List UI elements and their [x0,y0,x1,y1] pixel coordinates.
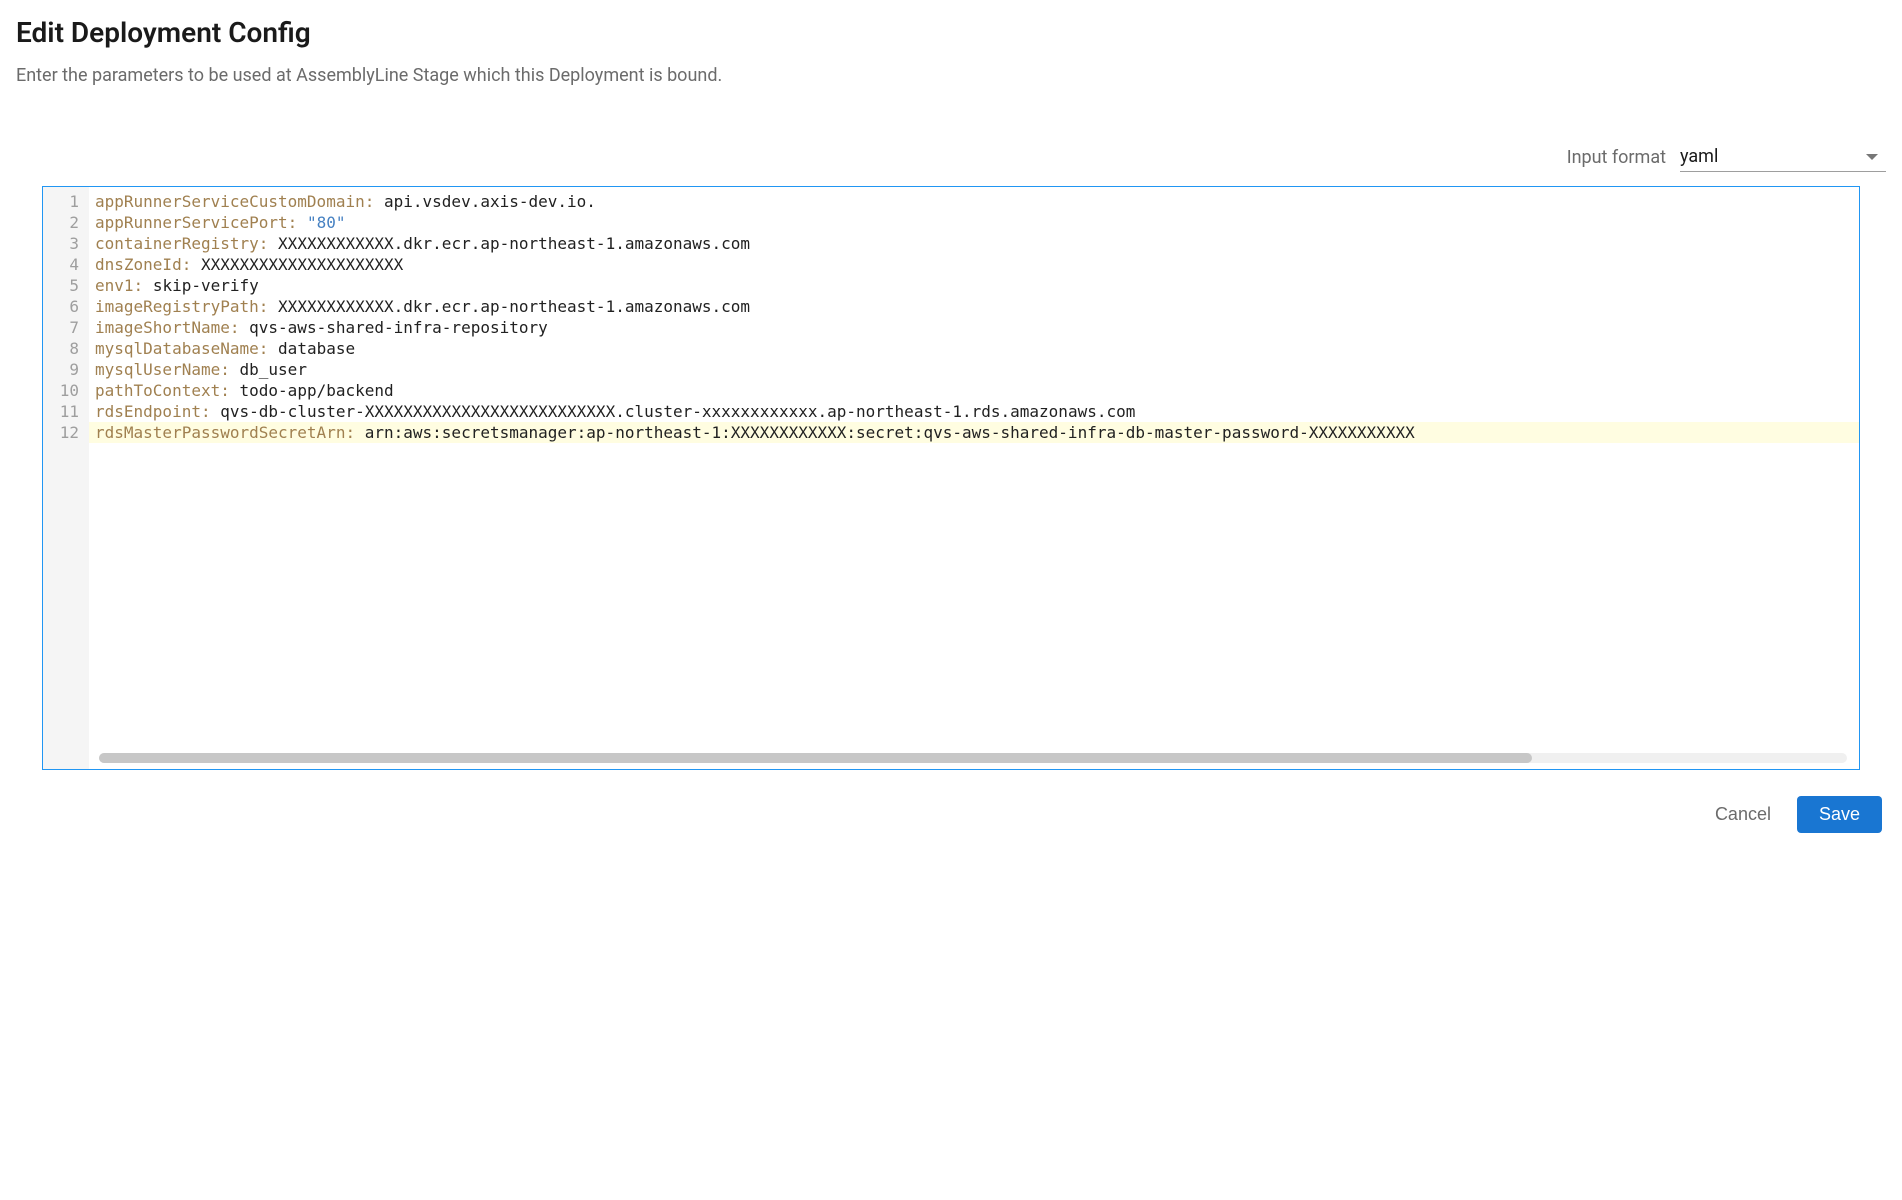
yaml-key: imageRegistryPath [95,297,259,316]
code-line[interactable]: appRunnerServicePort: "80" [89,212,1859,233]
editor-horizontal-scrollbar[interactable] [99,753,1847,763]
input-format-row: Input format yaml [16,142,1886,172]
code-line[interactable]: appRunnerServiceCustomDomain: api.vsdev.… [89,191,1859,212]
editor-content[interactable]: appRunnerServiceCustomDomain: api.vsdev.… [89,187,1859,769]
yaml-value: todo-app/backend [240,381,394,400]
input-format-select[interactable]: yaml [1680,142,1886,172]
yaml-value: skip-verify [153,276,259,295]
line-number: 10 [43,380,89,401]
line-number: 9 [43,359,89,380]
yaml-key: mysqlUserName [95,360,220,379]
line-number: 8 [43,338,89,359]
line-number: 3 [43,233,89,254]
yaml-value: XXXXXXXXXXXX.dkr.ecr.ap-northeast-1.amaz… [278,234,750,253]
yaml-key: pathToContext [95,381,220,400]
input-format-label: Input format [1567,147,1666,168]
yaml-value: "80" [307,213,346,232]
yaml-value: qvs-aws-shared-infra-repository [249,318,548,337]
yaml-value: qvs-db-cluster-XXXXXXXXXXXXXXXXXXXXXXXXX… [220,402,1135,421]
page-subtitle: Enter the parameters to be used at Assem… [16,65,1886,86]
line-number: 12 [43,422,89,443]
editor-gutter: 123456789101112 [43,187,89,769]
code-line[interactable]: imageRegistryPath: XXXXXXXXXXXX.dkr.ecr.… [89,296,1859,317]
code-line[interactable]: env1: skip-verify [89,275,1859,296]
line-number: 6 [43,296,89,317]
save-button[interactable]: Save [1797,796,1882,833]
line-number: 1 [43,191,89,212]
yaml-value: db_user [240,360,307,379]
code-line[interactable]: mysqlUserName: db_user [89,359,1859,380]
yaml-key: imageShortName [95,318,230,337]
yaml-key: dnsZoneId [95,255,182,274]
dialog-actions: Cancel Save [16,796,1886,833]
code-line[interactable]: containerRegistry: XXXXXXXXXXXX.dkr.ecr.… [89,233,1859,254]
line-number: 5 [43,275,89,296]
yaml-key: env1 [95,276,134,295]
yaml-value: api.vsdev.axis-dev.io. [384,192,596,211]
yaml-key: rdsMasterPasswordSecretArn [95,423,345,442]
yaml-value: database [278,339,355,358]
yaml-key: mysqlDatabaseName [95,339,259,358]
line-number: 4 [43,254,89,275]
cancel-button[interactable]: Cancel [1707,796,1779,833]
yaml-value: XXXXXXXXXXXX.dkr.ecr.ap-northeast-1.amaz… [278,297,750,316]
code-line[interactable]: mysqlDatabaseName: database [89,338,1859,359]
line-number: 7 [43,317,89,338]
yaml-key: appRunnerServicePort [95,213,288,232]
yaml-value: arn:aws:secretsmanager:ap-northeast-1:XX… [365,423,1415,442]
code-line[interactable]: rdsEndpoint: qvs-db-cluster-XXXXXXXXXXXX… [89,401,1859,422]
code-editor[interactable]: 123456789101112 appRunnerServiceCustomDo… [42,186,1860,770]
yaml-value: XXXXXXXXXXXXXXXXXXXXX [201,255,403,274]
yaml-key: containerRegistry [95,234,259,253]
scrollbar-thumb[interactable] [99,753,1532,763]
line-number: 2 [43,212,89,233]
code-line[interactable]: dnsZoneId: XXXXXXXXXXXXXXXXXXXXX [89,254,1859,275]
code-line[interactable]: pathToContext: todo-app/backend [89,380,1859,401]
yaml-key: appRunnerServiceCustomDomain [95,192,365,211]
code-line[interactable]: imageShortName: qvs-aws-shared-infra-rep… [89,317,1859,338]
yaml-key: rdsEndpoint [95,402,201,421]
input-format-value: yaml [1680,146,1718,167]
code-line[interactable]: rdsMasterPasswordSecretArn: arn:aws:secr… [89,422,1859,443]
line-number: 11 [43,401,89,422]
chevron-down-icon [1866,154,1878,160]
page-title: Edit Deployment Config [16,16,1886,49]
